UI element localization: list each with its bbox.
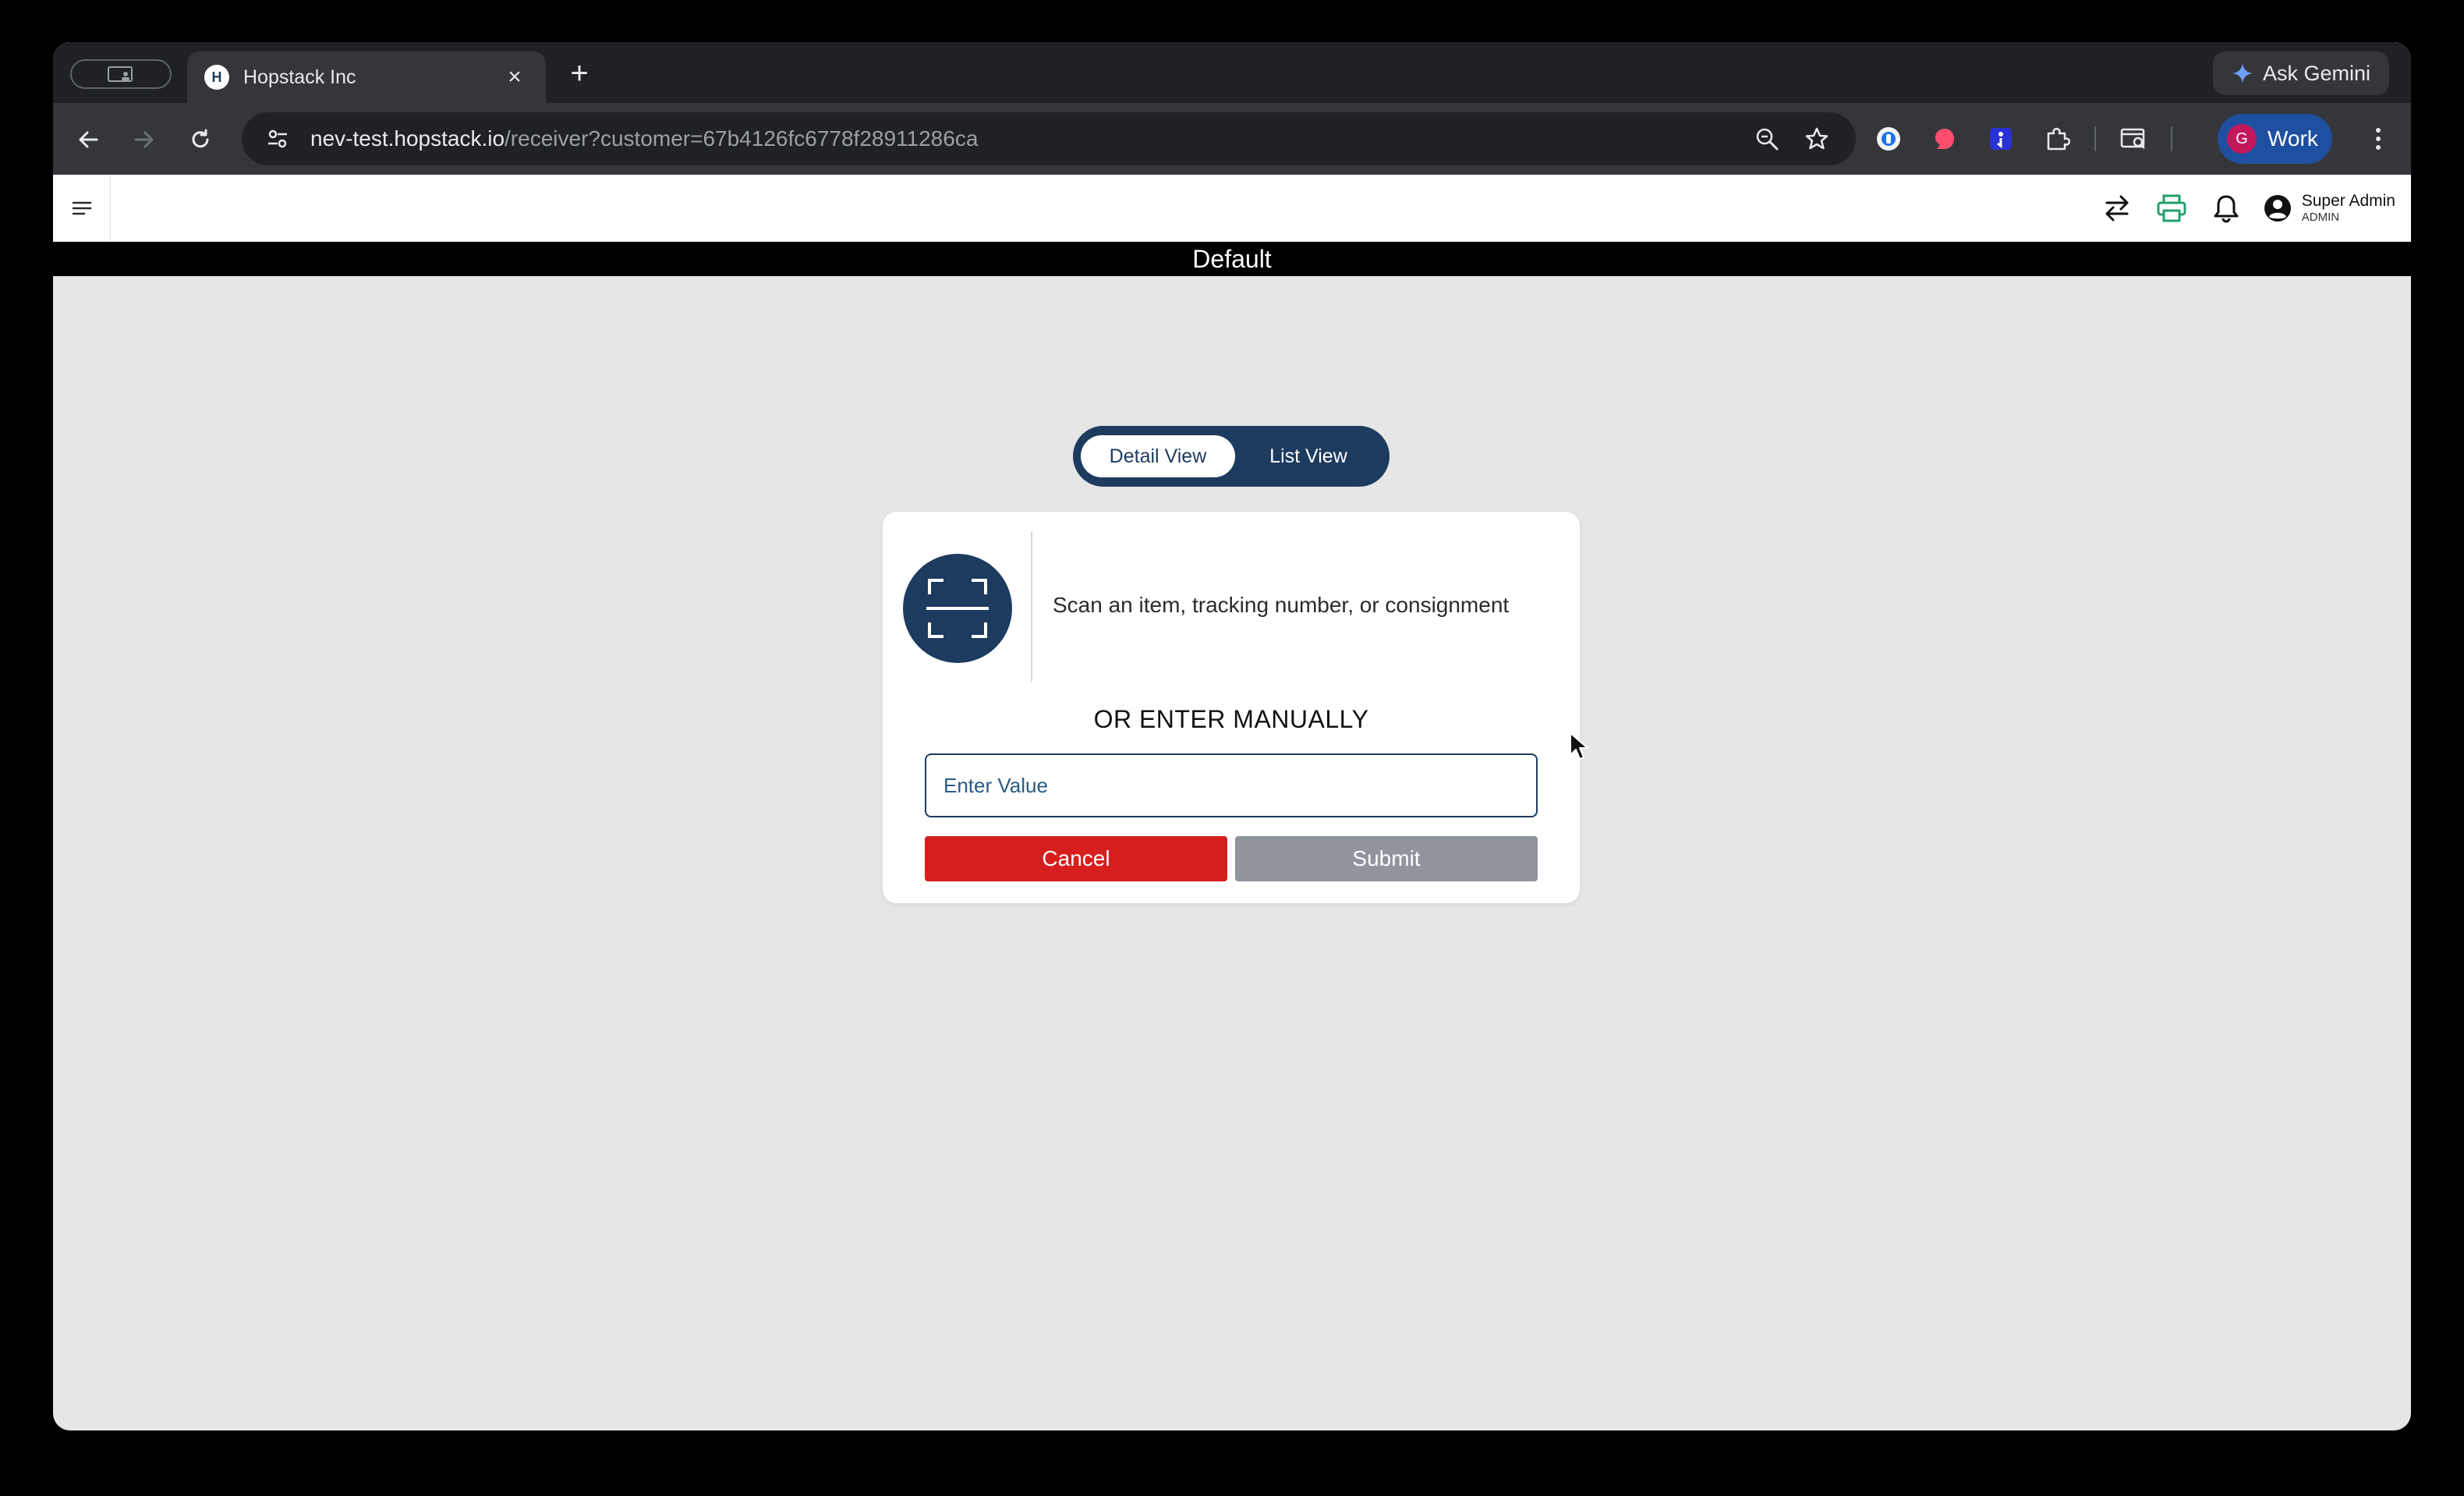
tab-search-button[interactable] [70, 59, 172, 89]
tab-title: Hopstack Inc [243, 66, 356, 88]
list-view-tab[interactable]: List View [1235, 435, 1382, 477]
scan-instruction: Scan an item, tracking number, or consig… [1053, 593, 1510, 617]
mouse-cursor-icon [1570, 732, 1588, 760]
scan-button[interactable] [903, 554, 1012, 663]
ask-gemini-button[interactable]: Ask Gemini [2212, 51, 2389, 95]
view-toggle: Detail View List View [1073, 426, 1390, 487]
arrow-left-icon [79, 131, 98, 148]
tab-close-icon[interactable]: × [501, 64, 529, 90]
browser-menu-button[interactable] [2360, 120, 2397, 158]
browser-tab-active[interactable]: H Hopstack Inc × [187, 51, 546, 103]
url-text: nev-test.hopstack.io/receiver?customer=6… [310, 126, 1754, 151]
scan-card: Scan an item, tracking number, or consig… [883, 512, 1580, 903]
ask-gemini-label: Ask Gemini [2262, 61, 2370, 85]
user-role: ADMIN [2301, 211, 2340, 225]
profile-button[interactable]: G Work [2218, 114, 2332, 164]
blue-extension-icon[interactable] [1982, 120, 2020, 158]
gemini-sparkle-icon [2232, 63, 2253, 83]
printer-icon [2157, 194, 2186, 222]
notifications-button[interactable] [2208, 190, 2244, 226]
url-host: nev-test.hopstack.io [310, 126, 505, 151]
user-avatar-icon [2264, 194, 2291, 222]
toolbar-separator [2094, 126, 2096, 151]
password-manager-extension-icon[interactable] [1870, 120, 1907, 158]
profile-avatar: G [2227, 124, 2257, 154]
address-bar[interactable]: nev-test.hopstack.io/receiver?customer=6… [242, 112, 1856, 165]
extensions-puzzle-icon[interactable] [2038, 120, 2076, 158]
zoom-icon[interactable] [1754, 126, 1779, 151]
tab-group-icon [108, 66, 133, 82]
user-menu[interactable]: Super Admin ADMIN [2263, 192, 2395, 224]
menu-icon [72, 201, 91, 215]
new-tab-button[interactable]: + [560, 58, 599, 89]
bookmark-star-icon[interactable] [1804, 126, 1829, 151]
cancel-button[interactable]: Cancel [925, 836, 1227, 881]
tab-search-icon[interactable] [2115, 120, 2152, 158]
swap-arrows-icon [2105, 195, 2129, 222]
browser-window: H Hopstack Inc × + Ask Gemini nev-test.h… [53, 42, 2411, 1430]
manual-entry-heading: OR ENTER MANUALLY [1093, 705, 1369, 733]
tab-strip: H Hopstack Inc × + Ask Gemini [53, 42, 2411, 103]
more-vertical-icon [2376, 128, 2381, 150]
reload-button[interactable] [181, 120, 220, 159]
arrow-right-icon [134, 131, 154, 148]
barcode-scan-icon [926, 579, 989, 638]
detail-view-tab[interactable]: Detail View [1081, 435, 1235, 477]
browser-toolbar: nev-test.hopstack.io/receiver?customer=6… [53, 103, 2411, 175]
sidebar-toggle-button[interactable] [53, 175, 111, 242]
hopstack-favicon-icon: H [204, 65, 229, 90]
profile-label: Work [2268, 126, 2318, 151]
reload-icon [192, 129, 209, 148]
app-header: Super Admin ADMIN [53, 175, 2411, 242]
printer-button[interactable] [2154, 190, 2190, 226]
switch-warehouse-button[interactable] [2099, 190, 2135, 226]
warehouse-banner: Default [53, 242, 2411, 276]
site-settings-icon[interactable] [254, 115, 301, 162]
toolbar-separator [2171, 126, 2172, 151]
red-extension-icon[interactable] [1926, 120, 1963, 158]
user-name: Super Admin [2301, 192, 2395, 211]
manual-value-input[interactable] [925, 753, 1538, 817]
forward-button[interactable] [125, 120, 164, 159]
submit-button[interactable]: Submit [1235, 836, 1538, 881]
url-path: /receiver?customer=67b4126fc6778f2891128… [504, 126, 979, 151]
bell-icon [2214, 195, 2239, 223]
back-button[interactable] [69, 120, 108, 159]
scan-divider [1031, 532, 1032, 682]
